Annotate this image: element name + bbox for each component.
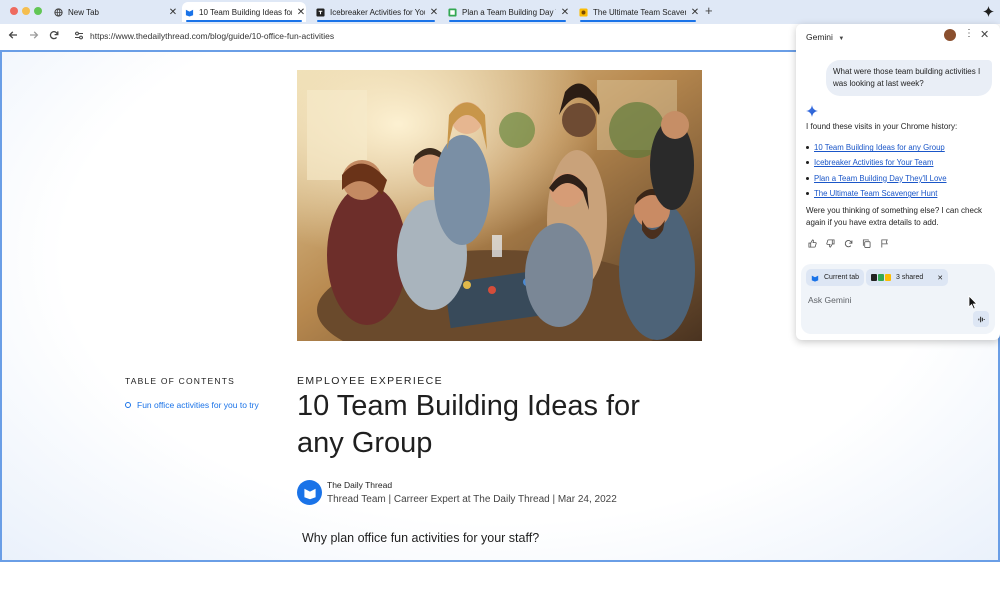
tab-title: Plan a Team Building Day They'll Love: [462, 7, 556, 17]
current-tab-chip[interactable]: Current tab: [806, 269, 865, 286]
tab-group-indicator: [449, 20, 566, 22]
site-favicon-icon: [871, 274, 877, 281]
regenerate-icon[interactable]: [844, 239, 862, 250]
reply-intro: I found these visits in your Chrome hist…: [806, 122, 958, 131]
history-link[interactable]: Plan a Team Building Day They'll Love: [814, 174, 947, 183]
gemini-title: Gemini: [806, 32, 833, 42]
tab-group-indicator: [580, 20, 696, 22]
article-category: EMPLOYEE EXPERIECE: [297, 375, 443, 387]
toc-heading: TABLE OF CONTENTS: [125, 376, 235, 386]
tab-title: Icebreaker Activities for Your Team: [330, 7, 425, 17]
mouse-cursor-icon: [968, 295, 978, 315]
address-bar[interactable]: https://www.thedailythread.com/blog/guid…: [90, 31, 334, 41]
list-item: Icebreaker Activities for Your Team: [806, 155, 947, 170]
copy-icon[interactable]: [862, 239, 880, 250]
tab-title: The Ultimate Team Scavenger Hunt: [593, 7, 686, 17]
list-item: 10 Team Building Ideas for any Group: [806, 140, 947, 155]
history-link[interactable]: Icebreaker Activities for Your Team: [814, 158, 933, 167]
flag-icon[interactable]: [880, 239, 898, 250]
minimize-window-button[interactable]: [22, 7, 30, 15]
tab-strip: New Tab ✕ 10 Team Building Ideas for any…: [0, 0, 1000, 24]
ask-gemini-input[interactable]: Ask Gemini: [808, 295, 851, 305]
hero-image: [297, 70, 702, 341]
tab-close-icon[interactable]: ✕: [429, 7, 439, 18]
thread-logo-icon: [185, 8, 194, 17]
bullet: [806, 146, 809, 150]
bullet: [806, 176, 809, 180]
list-item: The Ultimate Team Scavenger Hunt: [806, 186, 947, 201]
tab-group-indicator: [186, 20, 302, 22]
chevron-down-icon: ▼: [838, 36, 845, 42]
reload-icon[interactable]: [49, 29, 59, 43]
back-arrow-icon[interactable]: [8, 29, 18, 43]
bullet: [806, 192, 809, 196]
author-avatar: [297, 480, 322, 505]
gemini-sparkle-icon[interactable]: [983, 4, 994, 22]
forward-arrow-icon[interactable]: [29, 29, 39, 43]
gemini-model-selector[interactable]: Gemini ▼: [806, 32, 844, 42]
gemini-sparkle-icon: [806, 104, 818, 122]
tab-close-icon[interactable]: ✕: [560, 7, 570, 18]
bullet: [806, 161, 809, 165]
tab-title: New Tab: [68, 7, 99, 17]
site-favicon-icon: [885, 274, 891, 281]
tab-close-icon[interactable]: ✕: [690, 7, 700, 18]
chip-label: 3 shared: [896, 274, 924, 281]
thumbs-up-icon[interactable]: [808, 239, 826, 250]
maximize-window-button[interactable]: [34, 7, 42, 15]
tab-close-icon[interactable]: ✕: [296, 7, 306, 18]
site-favicon-icon: [448, 7, 457, 17]
article-title: 10 Team Building Ideas for any Group: [297, 390, 640, 459]
more-options-icon[interactable]: ⋮: [964, 28, 974, 39]
toc-link-label: Fun office activities for you to try: [137, 400, 259, 410]
new-tab-button[interactable]: +: [705, 3, 713, 18]
prompt-composer: Current tab 3 shared ✕ Ask Gemini: [801, 264, 995, 334]
toc-link[interactable]: Fun office activities for you to try: [125, 400, 259, 410]
chip-close-icon[interactable]: ✕: [937, 274, 943, 282]
history-links: 10 Team Building Ideas for any Group Ice…: [806, 140, 947, 201]
chip-label: Current tab: [824, 274, 860, 281]
tab-title: 10 Team Building Ideas for any Group: [199, 7, 292, 17]
gemini-panel: Gemini ▼ ⋮ ✕ What were those team buildi…: [796, 24, 1000, 340]
history-link[interactable]: 10 Team Building Ideas for any Group: [814, 143, 945, 152]
reply-followup: Were you thinking of something else? I c…: [806, 206, 982, 227]
close-window-button[interactable]: [10, 7, 18, 15]
user-message: What were those team building activities…: [826, 60, 992, 96]
tab-new-tab[interactable]: New Tab ✕: [54, 2, 178, 22]
history-link[interactable]: The Ultimate Team Scavenger Hunt: [814, 189, 937, 198]
response-actions: [808, 239, 898, 250]
list-item: Plan a Team Building Day They'll Love: [806, 171, 947, 186]
shared-tabs-chip[interactable]: 3 shared ✕: [866, 269, 949, 286]
thumbs-down-icon[interactable]: [826, 239, 844, 250]
thread-logo-icon: [811, 274, 819, 282]
avatar[interactable]: [944, 29, 956, 41]
author-name: The Daily Thread: [327, 480, 393, 490]
author-byline: Thread Team | Carreer Expert at The Dail…: [327, 494, 617, 505]
close-icon[interactable]: ✕: [980, 28, 989, 41]
site-settings-icon[interactable]: [74, 31, 84, 42]
article-subheading: Why plan office fun activities for your …: [302, 531, 540, 545]
site-favicon-icon: [878, 274, 884, 281]
tab-close-icon[interactable]: ✕: [168, 7, 178, 18]
toc-bullet-icon: [125, 402, 131, 408]
tab-icebreaker-activities[interactable]: Icebreaker Activities for Your Team ✕: [313, 2, 439, 22]
site-favicon-icon: [579, 7, 588, 17]
tab-team-building-ideas[interactable]: 10 Team Building Ideas for any Group ✕: [182, 2, 306, 22]
tab-plan-team-building-day[interactable]: Plan a Team Building Day They'll Love ✕: [445, 2, 570, 22]
tab-scavenger-hunt[interactable]: The Ultimate Team Scavenger Hunt ✕: [576, 2, 700, 22]
tab-group-indicator: [317, 20, 435, 22]
globe-icon: [54, 7, 63, 17]
site-favicon-icon: [316, 7, 325, 17]
